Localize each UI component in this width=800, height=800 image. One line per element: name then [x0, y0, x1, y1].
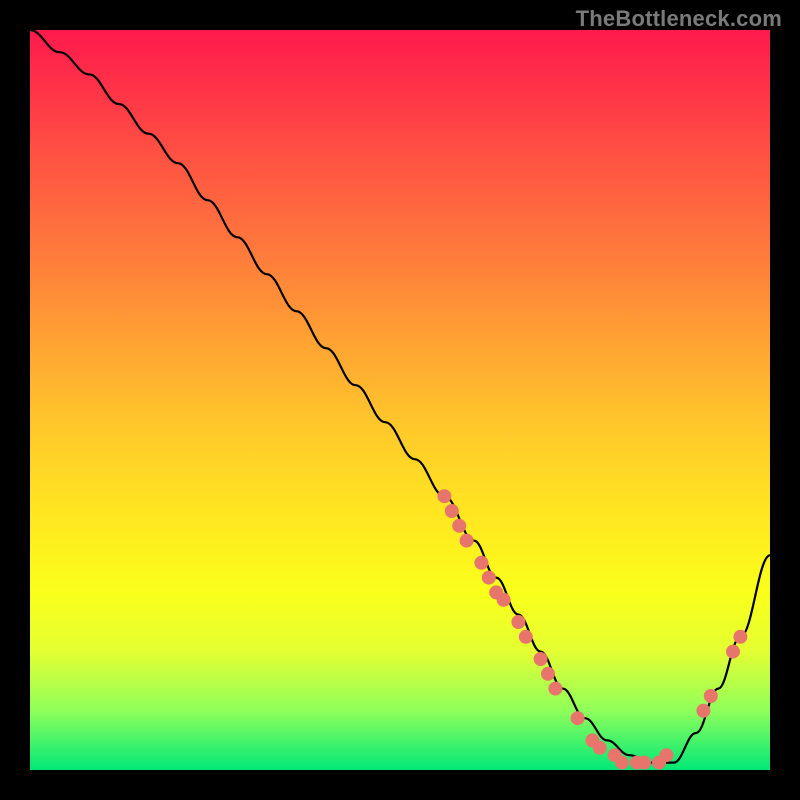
- data-dot: [593, 741, 607, 755]
- data-dot: [571, 711, 585, 725]
- data-dot: [437, 489, 451, 503]
- data-dot: [548, 682, 562, 696]
- data-dot: [704, 689, 718, 703]
- data-dot: [482, 571, 496, 585]
- data-dot: [497, 593, 511, 607]
- data-dot: [460, 534, 474, 548]
- watermark-text: TheBottleneck.com: [576, 6, 782, 32]
- data-dot: [519, 630, 533, 644]
- data-dot: [511, 615, 525, 629]
- data-dot: [615, 756, 629, 770]
- data-dot: [726, 645, 740, 659]
- gradient-plot-area: [30, 30, 770, 770]
- data-dot: [541, 667, 555, 681]
- data-dot: [474, 556, 488, 570]
- data-dot: [534, 652, 548, 666]
- data-dot: [445, 504, 459, 518]
- data-dot: [696, 704, 710, 718]
- data-dot: [637, 756, 651, 770]
- bottleneck-curve: [30, 30, 770, 763]
- chart-svg: [30, 30, 770, 770]
- data-dot: [452, 519, 466, 533]
- data-dot: [733, 630, 747, 644]
- data-dot: [659, 748, 673, 762]
